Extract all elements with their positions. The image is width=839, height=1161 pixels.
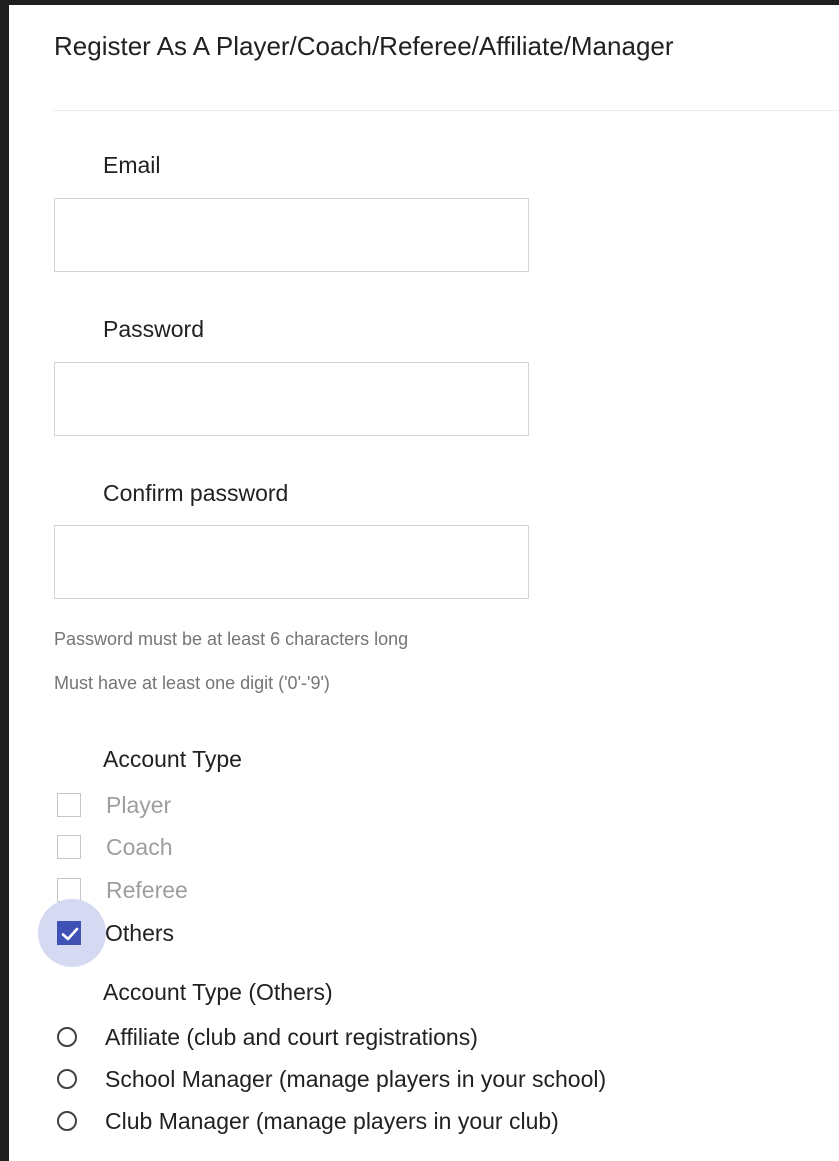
account-type-label: Account Type	[103, 746, 242, 772]
account-type-affiliate-radio[interactable]: Affiliate (club and court registrations)	[57, 1022, 478, 1052]
radio-label: Affiliate (club and court registrations)	[105, 1023, 478, 1050]
check-icon	[61, 927, 79, 941]
radio-empty-icon[interactable]	[57, 1111, 77, 1131]
radio-label: School Manager (manage players in your s…	[105, 1065, 607, 1092]
checkbox-label: Referee	[106, 876, 188, 903]
password-field[interactable]	[55, 363, 528, 435]
email-field[interactable]	[55, 199, 528, 271]
checkbox-label: Coach	[106, 833, 173, 860]
confirm-password-field-box	[54, 525, 529, 599]
password-length-hint: Password must be at least 6 characters l…	[54, 629, 409, 649]
account-type-others-checkbox[interactable]: Others	[57, 919, 174, 947]
radio-empty-icon[interactable]	[57, 1069, 77, 1089]
confirm-password-label: Confirm password	[103, 480, 289, 506]
confirm-password-field[interactable]	[55, 526, 528, 598]
password-field-box	[54, 362, 529, 436]
email-field-box	[54, 198, 529, 272]
checkbox-box[interactable]	[57, 835, 81, 859]
checkbox-label: Player	[106, 791, 172, 818]
account-type-others-label: Account Type (Others)	[103, 979, 333, 1005]
account-type-coach-checkbox[interactable]: Coach	[57, 833, 172, 861]
checkbox-box-checked[interactable]	[57, 921, 81, 945]
registration-panel: Register As A Player/Coach/Referee/Affil…	[9, 5, 839, 1161]
account-type-player-checkbox[interactable]: Player	[57, 791, 171, 819]
account-type-club-manager-radio[interactable]: Club Manager (manage players in your clu…	[57, 1106, 559, 1136]
page-title: Register As A Player/Coach/Referee/Affil…	[54, 31, 674, 61]
account-type-school-manager-radio[interactable]: School Manager (manage players in your s…	[57, 1064, 606, 1094]
email-label: Email	[103, 152, 161, 178]
checkbox-label: Others	[105, 919, 175, 946]
password-label: Password	[103, 316, 204, 342]
checkbox-box[interactable]	[57, 793, 81, 817]
password-digit-hint: Must have at least one digit ('0'-'9')	[54, 673, 330, 693]
title-divider	[54, 110, 839, 111]
radio-empty-icon[interactable]	[57, 1027, 77, 1047]
radio-label: Club Manager (manage players in your clu…	[105, 1107, 559, 1134]
